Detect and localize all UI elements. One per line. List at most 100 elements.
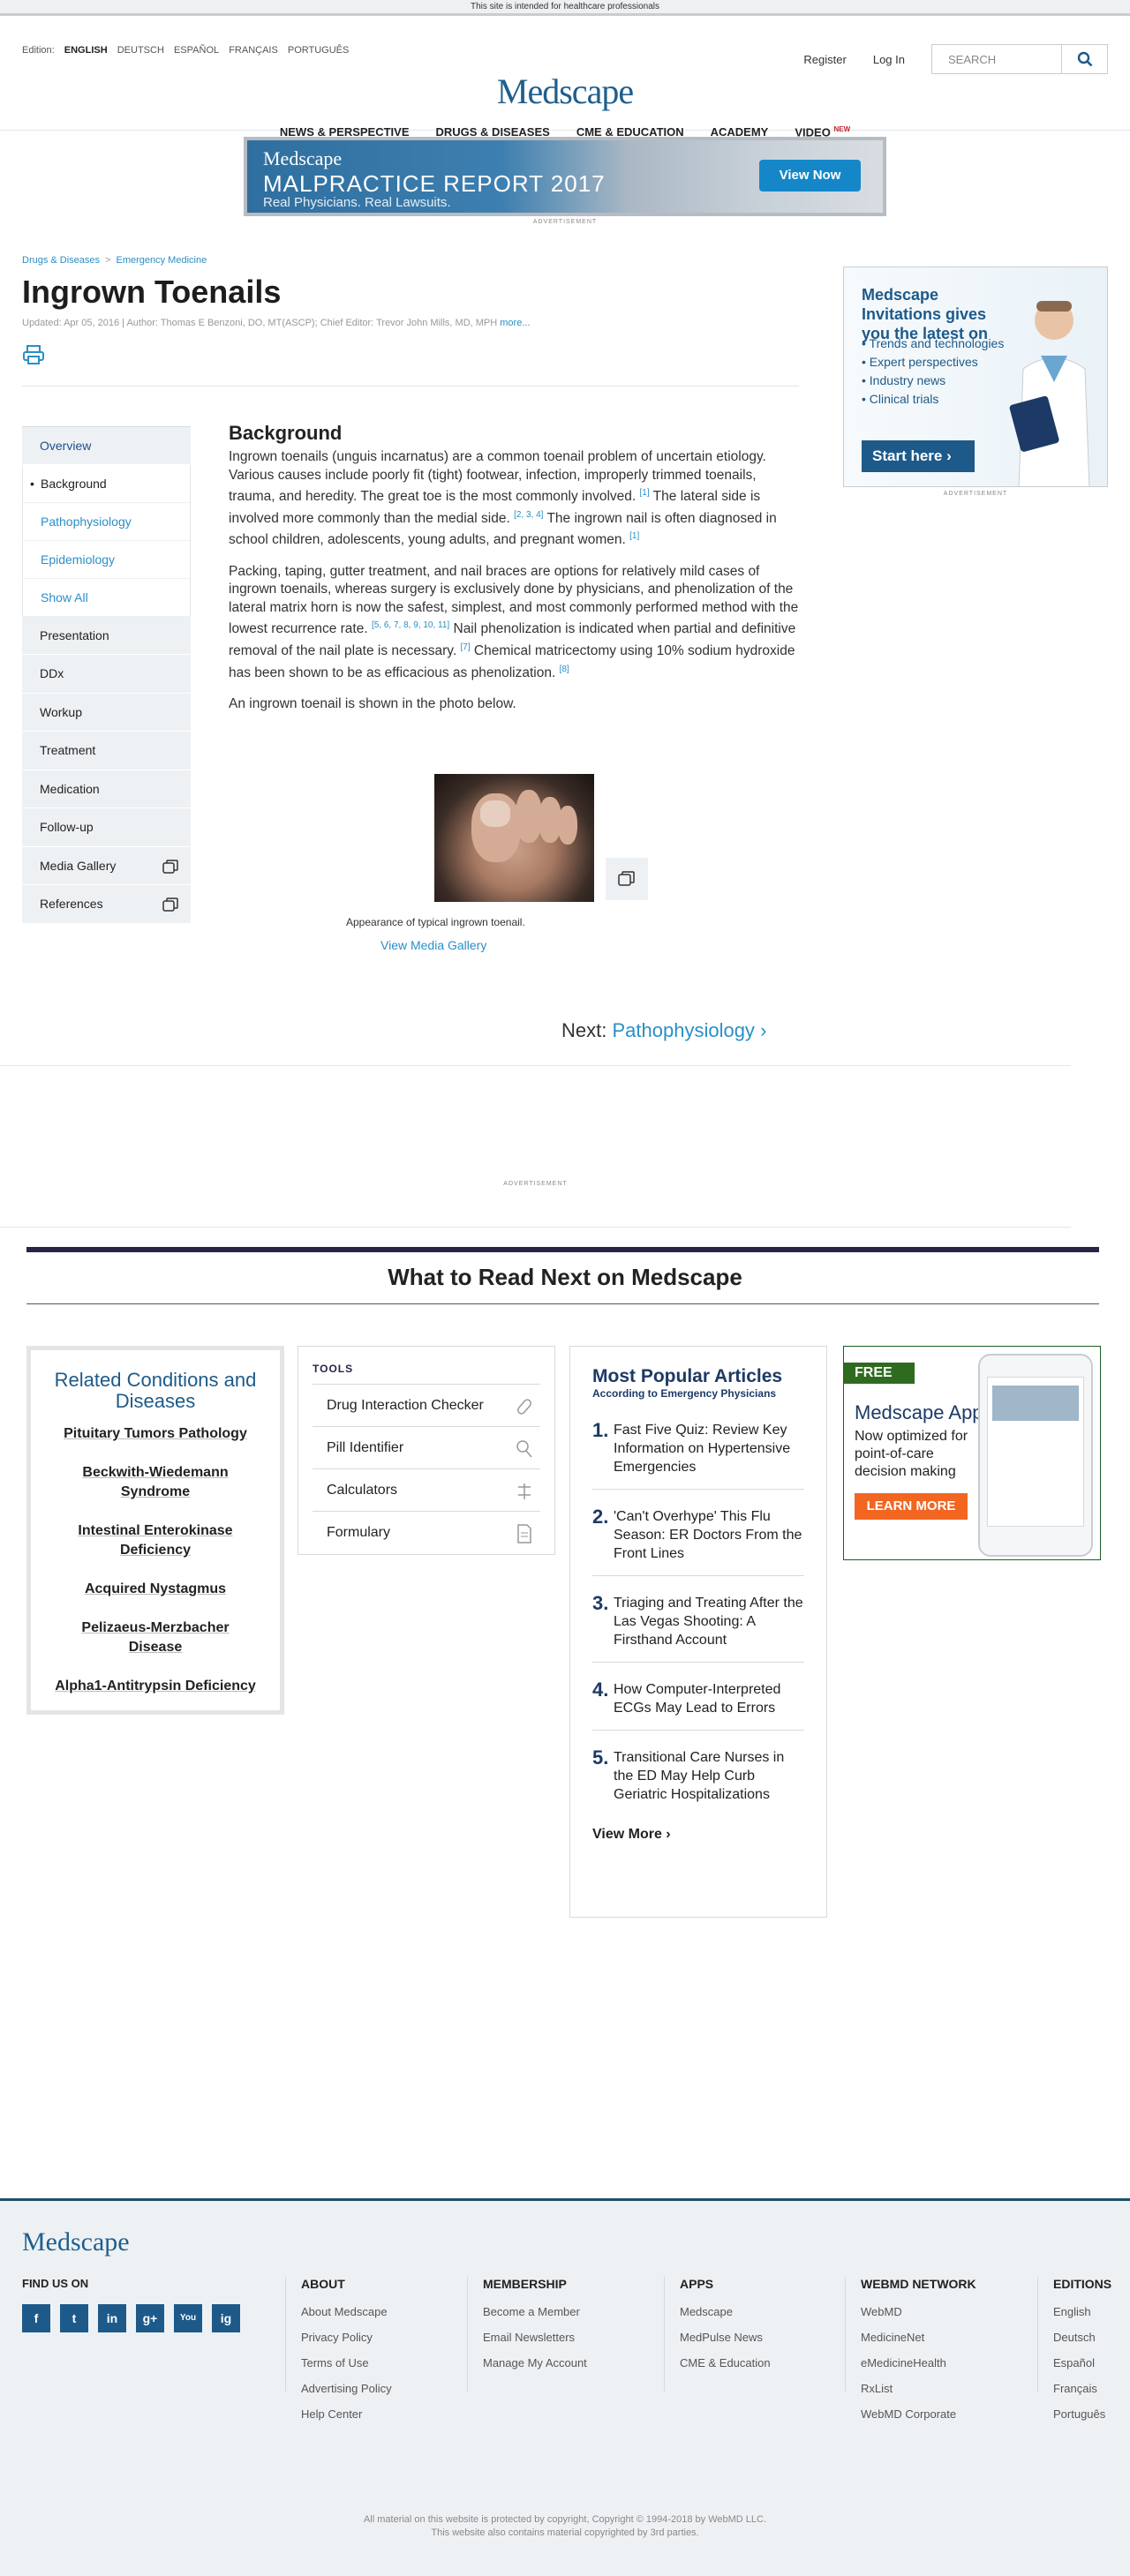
expand-image-button[interactable] [606, 858, 648, 900]
figure-caption: Appearance of typical ingrown toenail. [346, 916, 525, 928]
citation[interactable]: [7] [460, 642, 470, 652]
popular-article[interactable]: 2. 'Can't Overhype' This Flu Season: ER D… [592, 1500, 804, 1576]
youtube-icon[interactable]: You [174, 2304, 202, 2332]
next-pathophysiology-link[interactable]: Pathophysiology › [612, 1019, 766, 1041]
view-media-gallery-link[interactable]: View Media Gallery [380, 938, 486, 952]
footer-logo[interactable]: Medscape [22, 2227, 130, 2257]
footer-link[interactable]: Deutsch [1053, 2331, 1111, 2344]
tool-label: Pill Identifier [327, 1440, 404, 1455]
footer-link[interactable]: Terms of Use [301, 2356, 392, 2369]
popular-article[interactable]: 4. How Computer-Interpreted ECGs May Lead… [592, 1673, 804, 1731]
search-button[interactable] [1061, 44, 1107, 74]
toc-treatment[interactable]: Treatment [22, 732, 191, 770]
gallery-icon [162, 897, 178, 912]
toc-follow-up[interactable]: Follow-up [22, 808, 191, 847]
ingrown-toenail-photo[interactable] [434, 774, 594, 902]
related-link[interactable]: Pituitary Tumors Pathology [54, 1424, 257, 1444]
footer-link[interactable]: Email Newsletters [483, 2331, 587, 2344]
footer-link[interactable]: MedPulse News [680, 2331, 771, 2344]
facebook-icon[interactable]: f [22, 2304, 50, 2332]
tool-formulary[interactable]: Formulary [313, 1511, 540, 1553]
doctor-illustration [1001, 285, 1098, 486]
tool-drug-interaction-checker[interactable]: Drug Interaction Checker [313, 1384, 540, 1426]
search-input[interactable]: SEARCH [932, 53, 1061, 66]
edition-label: Edition: [22, 45, 55, 56]
related-link[interactable]: Pelizaeus-Merzbacher Disease [54, 1618, 257, 1657]
meta-more-link[interactable]: more... [500, 318, 530, 328]
linkedin-icon[interactable]: in [98, 2304, 126, 2332]
edition-deutsch[interactable]: DEUTSCH [117, 45, 164, 56]
edition-espanol[interactable]: ESPAÑOL [174, 45, 219, 56]
side-ad-bullet: • Expert perspectives [862, 355, 978, 369]
footer-link[interactable]: Advertising Policy [301, 2382, 392, 2395]
invitations-side-ad[interactable]: Medscape Invitations gives you the lates… [843, 267, 1108, 487]
article-number: 2. [592, 1506, 609, 1528]
view-more-link[interactable]: View More › [592, 1827, 804, 1843]
side-ad-list: • Trends and technologies • Expert persp… [862, 336, 1004, 410]
toc-pathophysiology[interactable]: Pathophysiology [23, 503, 190, 541]
footer-link[interactable]: WebMD Corporate [861, 2407, 976, 2421]
footer-link[interactable]: Become a Member [483, 2305, 587, 2318]
article-title: Fast Five Quiz: Review Key Information o… [614, 1423, 791, 1475]
citation[interactable]: [2, 3, 4] [514, 510, 543, 520]
footer-link[interactable]: MedicineNet [861, 2331, 976, 2344]
popular-article[interactable]: 1. Fast Five Quiz: Review Key Information… [592, 1414, 804, 1490]
toc-overview[interactable]: Overview [22, 426, 191, 465]
popular-article[interactable]: 5. Transitional Care Nurses in the ED May… [592, 1741, 804, 1816]
footer-link[interactable]: Português [1053, 2407, 1111, 2421]
toc-epidemiology[interactable]: Epidemiology [23, 541, 190, 579]
footer-link[interactable]: RxList [861, 2382, 976, 2395]
footer-link[interactable]: Privacy Policy [301, 2331, 392, 2344]
search-box[interactable]: SEARCH [931, 44, 1108, 74]
edition-english[interactable]: ENGLISH [64, 45, 108, 56]
edition-francais[interactable]: FRANÇAIS [229, 45, 278, 56]
toc-media-gallery[interactable]: Media Gallery [22, 846, 191, 885]
related-link[interactable]: Acquired Nystagmus [54, 1580, 257, 1599]
start-here-button[interactable]: Start here › [862, 440, 975, 472]
citation[interactable]: [1] [629, 531, 639, 541]
print-button[interactable] [22, 344, 45, 365]
related-link[interactable]: Alpha1-Antitrypsin Deficiency [54, 1677, 257, 1696]
toc-show-all[interactable]: Show All [23, 579, 190, 617]
related-link[interactable]: Beckwith-Wiedemann Syndrome [54, 1463, 257, 1502]
citation[interactable]: [8] [560, 665, 569, 674]
footer-link[interactable]: WebMD [861, 2305, 976, 2318]
phone-illustration [978, 1354, 1093, 1557]
toc-presentation[interactable]: Presentation [22, 616, 191, 655]
toc-ddx[interactable]: DDx [22, 655, 191, 694]
toc-workup[interactable]: Workup [22, 693, 191, 732]
instagram-icon[interactable]: ig [212, 2304, 240, 2332]
login-link[interactable]: Log In [873, 53, 905, 66]
popular-article[interactable]: 3. Triaging and Treating After the Las Ve… [592, 1587, 804, 1663]
related-conditions: Related Conditions and Diseases Pituitar… [26, 1346, 284, 1715]
footer-link[interactable]: Help Center [301, 2407, 392, 2421]
medscape-app-ad[interactable]: FREE Medscape App Now optimized for poin… [843, 1346, 1101, 1560]
footer-link[interactable]: Français [1053, 2382, 1111, 2395]
learn-more-button[interactable]: LEARN MORE [855, 1493, 968, 1520]
footer-link[interactable]: Medscape [680, 2305, 771, 2318]
citation[interactable]: [5, 6, 7, 8, 9, 10, 11] [372, 620, 449, 630]
medscape-logo[interactable]: Medscape [0, 71, 1130, 112]
toc-medication[interactable]: Medication [22, 770, 191, 808]
breadcrumb-drugs-diseases[interactable]: Drugs & Diseases [22, 255, 100, 266]
related-link[interactable]: Intestinal Enterokinase Deficiency [54, 1521, 257, 1560]
footer-link[interactable]: Español [1053, 2356, 1111, 2369]
edition-portugues[interactable]: PORTUGUÊS [288, 45, 349, 56]
footer-link[interactable]: About Medscape [301, 2305, 392, 2318]
citation[interactable]: [1] [640, 488, 650, 498]
view-more-label: View More [592, 1827, 662, 1842]
malpractice-banner-ad[interactable]: Medscape MALPRACTICE REPORT 2017 Real Ph… [244, 137, 886, 216]
footer-link[interactable]: eMedicineHealth [861, 2356, 976, 2369]
banner-view-now-button[interactable]: View Now [759, 160, 861, 192]
google-plus-icon[interactable]: g+ [136, 2304, 164, 2332]
start-here-label: Start here [872, 447, 943, 464]
tool-pill-identifier[interactable]: Pill Identifier [313, 1426, 540, 1468]
footer-link[interactable]: English [1053, 2305, 1111, 2318]
toc-background[interactable]: Background [23, 465, 190, 503]
footer-link[interactable]: Manage My Account [483, 2356, 587, 2369]
twitter-icon[interactable]: t [60, 2304, 88, 2332]
tool-calculators[interactable]: Calculators [313, 1468, 540, 1511]
breadcrumb-emergency-medicine[interactable]: Emergency Medicine [116, 255, 207, 266]
footer-link[interactable]: CME & Education [680, 2356, 771, 2369]
register-link[interactable]: Register [803, 53, 846, 66]
